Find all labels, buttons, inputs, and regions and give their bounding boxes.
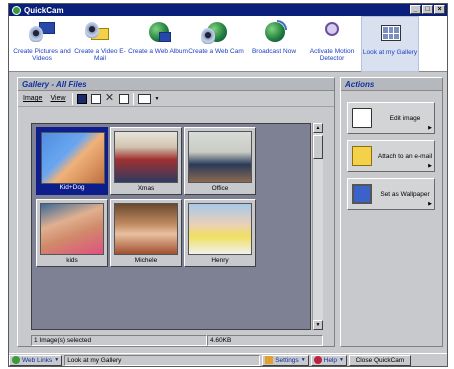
- thumbnail-henry[interactable]: Henry: [184, 199, 256, 267]
- thumbnail-office[interactable]: Office: [184, 127, 256, 195]
- thumbnail-caption: kids: [66, 257, 78, 264]
- motion-detector-icon: [317, 20, 347, 46]
- close-window-button[interactable]: ×: [434, 5, 445, 14]
- gallery-status: 1 Image(s) selected 4.60KB: [31, 335, 323, 346]
- view-mode-dropdown-icon[interactable]: ▼: [155, 96, 160, 102]
- attach-to-email-button[interactable]: Attach to an e-mail ▶: [347, 140, 435, 172]
- camera-film-icon: [27, 20, 57, 46]
- broadcast-icon: [259, 20, 289, 46]
- thumbnail-caption: Kid+Dog: [59, 184, 85, 191]
- delete-icon[interactable]: ✕: [105, 92, 115, 104]
- activate-motion-detector-button[interactable]: Activate Motion Detector: [303, 16, 361, 72]
- expand-arrow-icon: ▶: [428, 125, 432, 131]
- gallery-panel: Gallery - All Files Image View ✕ ▼ Kid+D…: [17, 77, 335, 347]
- save-icon[interactable]: [76, 93, 87, 104]
- toolbar-label: Create a Video E-Mail: [74, 48, 126, 62]
- selection-count: 1 Image(s) selected: [31, 335, 207, 346]
- main-toolbar: Create Pictures and Videos Create a Vide…: [9, 16, 447, 72]
- thumbnail-caption: Michele: [134, 257, 158, 264]
- web-cam-icon: [201, 20, 231, 46]
- title-bar[interactable]: QuickCam _ □ ×: [9, 4, 447, 16]
- broadcast-now-button[interactable]: Broadcast Now: [245, 16, 303, 72]
- thumbnail-caption: Henry: [211, 257, 229, 264]
- web-links-icon: [12, 356, 20, 364]
- toolbar-divider: [71, 92, 73, 105]
- toolbar-label: Create a Web Cam: [188, 48, 244, 55]
- create-web-cam-button[interactable]: Create a Web Cam: [187, 16, 245, 72]
- gallery-title: Gallery - All Files: [18, 78, 334, 91]
- window-title: QuickCam: [24, 5, 64, 15]
- copy-icon[interactable]: [90, 93, 101, 104]
- dropdown-arrow-icon: ▼: [339, 357, 344, 363]
- action-label: Edit image: [389, 114, 421, 122]
- actions-title: Actions: [341, 78, 442, 91]
- minimize-button[interactable]: _: [410, 5, 421, 14]
- toolbar-label: Broadcast Now: [251, 48, 297, 55]
- status-bar: Web Links ▼ Look at my Gallery Settings …: [9, 353, 447, 366]
- settings-label: Settings: [275, 356, 299, 364]
- actions-panel: Actions Edit image ▶ Attach to an e-mail…: [340, 77, 443, 347]
- toolbar-label: Look at my Gallery: [362, 49, 418, 56]
- quickcam-window: QuickCam _ □ × Create Pictures and Video…: [8, 3, 448, 367]
- toolbar-label: Create a Web Album: [128, 48, 188, 55]
- settings-icon: [265, 356, 274, 364]
- look-at-gallery-button[interactable]: Look at my Gallery: [361, 16, 419, 72]
- location-field: Look at my Gallery: [64, 354, 261, 366]
- gallery-scrollbar[interactable]: ▲ ▼: [312, 123, 323, 330]
- view-menu[interactable]: View: [48, 94, 67, 103]
- action-label: Attach to an e-mail: [377, 152, 433, 160]
- thumbnail-caption: Xmas: [137, 185, 155, 192]
- thumbnail-image: [188, 131, 252, 183]
- expand-arrow-icon: ▶: [428, 163, 432, 169]
- video-email-icon: [85, 20, 115, 46]
- create-web-album-button[interactable]: Create a Web Album: [128, 16, 188, 72]
- set-as-wallpaper-button[interactable]: Set as Wallpaper ▶: [347, 178, 435, 210]
- scroll-down-button[interactable]: ▼: [313, 320, 323, 330]
- thumbnail-xmas[interactable]: Xmas: [110, 127, 182, 195]
- expand-arrow-icon: ▶: [428, 201, 432, 207]
- settings-button[interactable]: Settings ▼: [262, 354, 309, 366]
- thumbnail-michele[interactable]: Michele: [110, 199, 182, 267]
- web-album-icon: [143, 20, 173, 46]
- maximize-button[interactable]: □: [422, 5, 433, 14]
- web-links-button[interactable]: Web Links ▼: [9, 354, 63, 366]
- properties-icon[interactable]: [118, 93, 129, 104]
- attach-email-icon: [352, 146, 372, 166]
- scroll-up-button[interactable]: ▲: [313, 123, 323, 133]
- edit-image-button[interactable]: Edit image ▶: [347, 102, 435, 134]
- view-mode-icon[interactable]: [137, 93, 151, 104]
- help-button[interactable]: Help ▼: [310, 354, 347, 366]
- file-size: 4.60KB: [207, 335, 323, 346]
- dropdown-arrow-icon: ▼: [54, 357, 60, 363]
- toolbar-divider: [132, 92, 134, 105]
- scroll-thumb[interactable]: [313, 135, 323, 159]
- image-menu[interactable]: Image: [21, 94, 44, 103]
- gallery-icon: [375, 21, 405, 47]
- gallery-toolbar: Image View ✕ ▼: [18, 91, 334, 107]
- quickcam-logo-icon: [12, 5, 21, 15]
- thumbnail-image: [114, 203, 178, 255]
- thumbnail-kids[interactable]: kids: [36, 199, 108, 267]
- thumbnail-kid-dog[interactable]: Kid+Dog: [36, 127, 108, 195]
- dropdown-arrow-icon: ▼: [300, 357, 306, 363]
- thumbnail-image: [40, 203, 104, 255]
- create-video-email-button[interactable]: Create a Video E-Mail: [71, 16, 129, 72]
- thumbnail-area[interactable]: Kid+Dog Xmas Office kids Michele Henry: [31, 123, 311, 330]
- thumbnail-caption: Office: [211, 185, 229, 192]
- thumbnail-image: [114, 131, 178, 183]
- toolbar-label: Create Pictures and Videos: [13, 48, 71, 62]
- wallpaper-icon: [352, 184, 372, 204]
- web-links-label: Web Links: [22, 356, 53, 364]
- edit-image-icon: [352, 108, 372, 128]
- action-label: Set as Wallpaper: [380, 190, 430, 198]
- help-label: Help: [323, 356, 338, 364]
- help-icon: [313, 356, 322, 364]
- create-pictures-videos-button[interactable]: Create Pictures and Videos: [13, 16, 71, 72]
- toolbar-label: Activate Motion Detector: [309, 48, 355, 62]
- thumbnail-image: [41, 132, 105, 184]
- close-quickcam-button[interactable]: Close QuickCam: [348, 354, 411, 366]
- thumbnail-image: [188, 203, 252, 255]
